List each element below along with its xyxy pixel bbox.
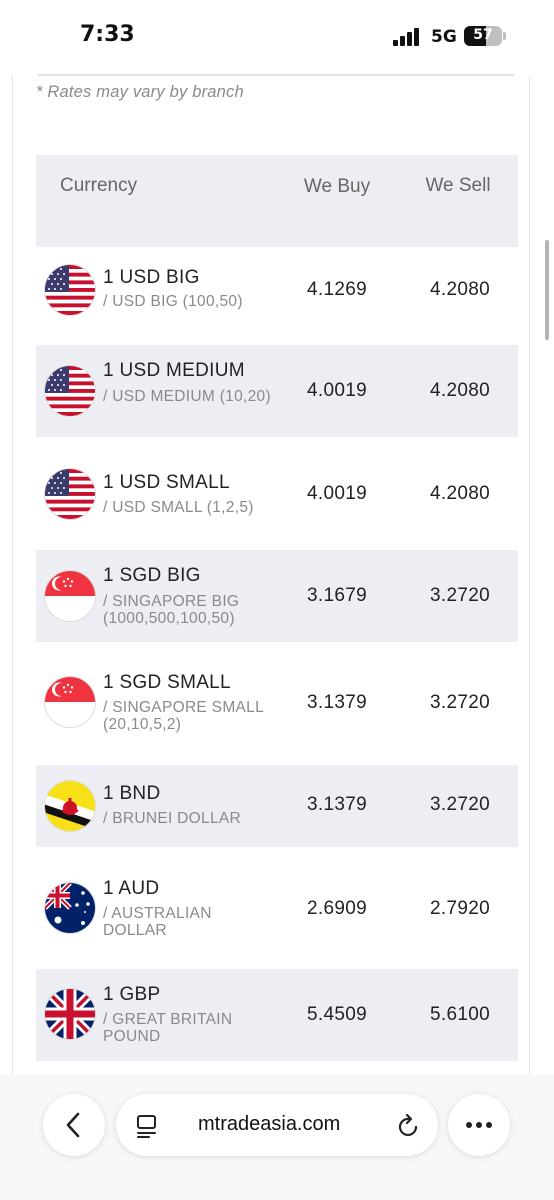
currency-title: 1 USD SMALL xyxy=(103,472,230,493)
table-row: 1 USD MEDIUM / USD MEDIUM (10,20) 4.0019… xyxy=(36,345,518,437)
table-row: 1 SGD SMALL / SINGAPORE SMALL (20,10,5,2… xyxy=(36,642,518,765)
currency-subtitle: / GREAT BRITAIN POUND xyxy=(103,1011,233,1045)
network-type: 5G xyxy=(431,27,457,47)
buy-rate: 3.1379 xyxy=(307,794,367,815)
table-header: Currency We Buy We Sell xyxy=(36,155,518,247)
us-flag-icon xyxy=(45,366,95,416)
currency-subtitle: / USD MEDIUM (10,20) xyxy=(103,388,271,405)
sell-rate: 3.2720 xyxy=(430,585,490,606)
table-row: 1 GBP / GREAT BRITAIN POUND 5.4509 5.610… xyxy=(36,969,518,1061)
australia-flag-icon xyxy=(45,883,95,933)
chevron-left-icon xyxy=(66,1112,80,1138)
brunei-flag-icon xyxy=(45,781,95,831)
us-flag-icon xyxy=(45,265,95,315)
sell-rate: 4.2080 xyxy=(430,483,490,504)
currency-subtitle: / USD SMALL (1,2,5) xyxy=(103,499,254,516)
cellular-signal-icon xyxy=(393,28,423,46)
more-icon xyxy=(466,1122,492,1128)
url-text[interactable]: mtradeasia.com xyxy=(198,1113,340,1136)
currency-subtitle: / SINGAPORE SMALL (20,10,5,2) xyxy=(103,699,264,733)
currency-title: 1 BND xyxy=(103,783,161,804)
buy-rate: 3.1379 xyxy=(307,692,367,713)
buy-rate: 5.4509 xyxy=(307,1004,367,1025)
currency-title: 1 SGD SMALL xyxy=(103,672,231,693)
table-row: 1 USD SMALL / USD SMALL (1,2,5) 4.0019 4… xyxy=(36,437,518,550)
us-flag-icon xyxy=(45,469,95,519)
rates-note: * Rates may vary by branch xyxy=(36,83,244,101)
status-bar: 7:33 5G 57 xyxy=(0,0,554,76)
currency-subtitle: / AUSTRALIAN DOLLAR xyxy=(103,905,212,939)
singapore-flag-icon xyxy=(45,571,95,621)
buy-rate: 4.0019 xyxy=(307,380,367,401)
reload-icon[interactable] xyxy=(397,1113,421,1139)
currency-subtitle: / BRUNEI DOLLAR xyxy=(103,810,242,827)
table-row: 1 AUD / AUSTRALIAN DOLLAR 2.6909 2.7920 xyxy=(36,847,518,969)
currency-title: 1 AUD xyxy=(103,878,160,899)
sell-rate: 3.2720 xyxy=(430,794,490,815)
header-currency: Currency xyxy=(60,175,138,196)
currency-subtitle: / USD BIG (100,50) xyxy=(103,293,243,310)
currency-title: 1 SGD BIG xyxy=(103,565,201,586)
table-row: 1 BND / BRUNEI DOLLAR 3.1379 3.2720 xyxy=(36,765,518,847)
table-row: 1 USD BIG / USD BIG (100,50) 4.1269 4.20… xyxy=(36,247,518,345)
currency-title: 1 USD MEDIUM xyxy=(103,360,245,381)
singapore-flag-icon xyxy=(45,677,95,727)
header-we-buy: We Buy xyxy=(303,176,371,197)
currency-title: 1 GBP xyxy=(103,984,161,1005)
divider xyxy=(38,74,514,76)
sell-rate: 2.7920 xyxy=(430,898,490,919)
back-button[interactable] xyxy=(43,1094,105,1156)
sell-rate: 5.6100 xyxy=(430,1004,490,1025)
battery-tip xyxy=(503,32,506,40)
battery-percent: 57 xyxy=(473,27,493,43)
status-time: 7:33 xyxy=(80,22,135,47)
sell-rate: 4.2080 xyxy=(430,380,490,401)
buy-rate: 4.0019 xyxy=(307,483,367,504)
page-icon[interactable] xyxy=(136,1114,158,1138)
sell-rate: 3.2720 xyxy=(430,692,490,713)
buy-rate: 2.6909 xyxy=(307,898,367,919)
sell-rate: 4.2080 xyxy=(430,279,490,300)
buy-rate: 4.1269 xyxy=(307,279,367,300)
scrollbar[interactable] xyxy=(545,240,549,340)
address-bar[interactable]: mtradeasia.com xyxy=(116,1094,438,1156)
currency-subtitle: / SINGAPORE BIG (1000,500,100,50) xyxy=(103,593,240,627)
header-we-sell: We Sell xyxy=(425,175,491,196)
table-row: 1 SGD BIG / SINGAPORE BIG (1000,500,100,… xyxy=(36,550,518,642)
buy-rate: 3.1679 xyxy=(307,585,367,606)
more-button[interactable] xyxy=(448,1094,510,1156)
uk-flag-icon xyxy=(45,989,95,1039)
currency-title: 1 USD BIG xyxy=(103,267,200,288)
battery-icon: 57 xyxy=(464,26,502,46)
